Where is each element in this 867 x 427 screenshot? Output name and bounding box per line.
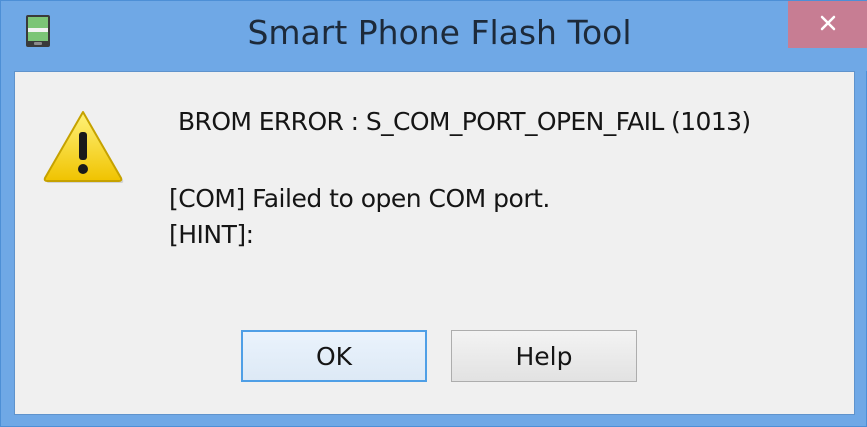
warning-icon bbox=[41, 108, 125, 184]
close-button[interactable] bbox=[788, 1, 867, 48]
error-title: BROM ERROR : S_COM_PORT_OPEN_FAIL (1013) bbox=[178, 107, 751, 136]
dialog-content: BROM ERROR : S_COM_PORT_OPEN_FAIL (1013)… bbox=[14, 71, 855, 415]
error-hint: [HINT]: bbox=[169, 220, 254, 249]
error-message: [COM] Failed to open COM port. bbox=[169, 184, 550, 213]
window-title: Smart Phone Flash Tool bbox=[247, 13, 632, 52]
close-icon bbox=[817, 12, 839, 38]
title-bar[interactable]: Smart Phone Flash Tool bbox=[1, 1, 867, 71]
ok-button[interactable]: OK bbox=[241, 330, 427, 382]
help-button[interactable]: Help bbox=[451, 330, 637, 382]
dialog-window: Smart Phone Flash Tool BROM ERROR: S_CO… bbox=[0, 0, 867, 427]
